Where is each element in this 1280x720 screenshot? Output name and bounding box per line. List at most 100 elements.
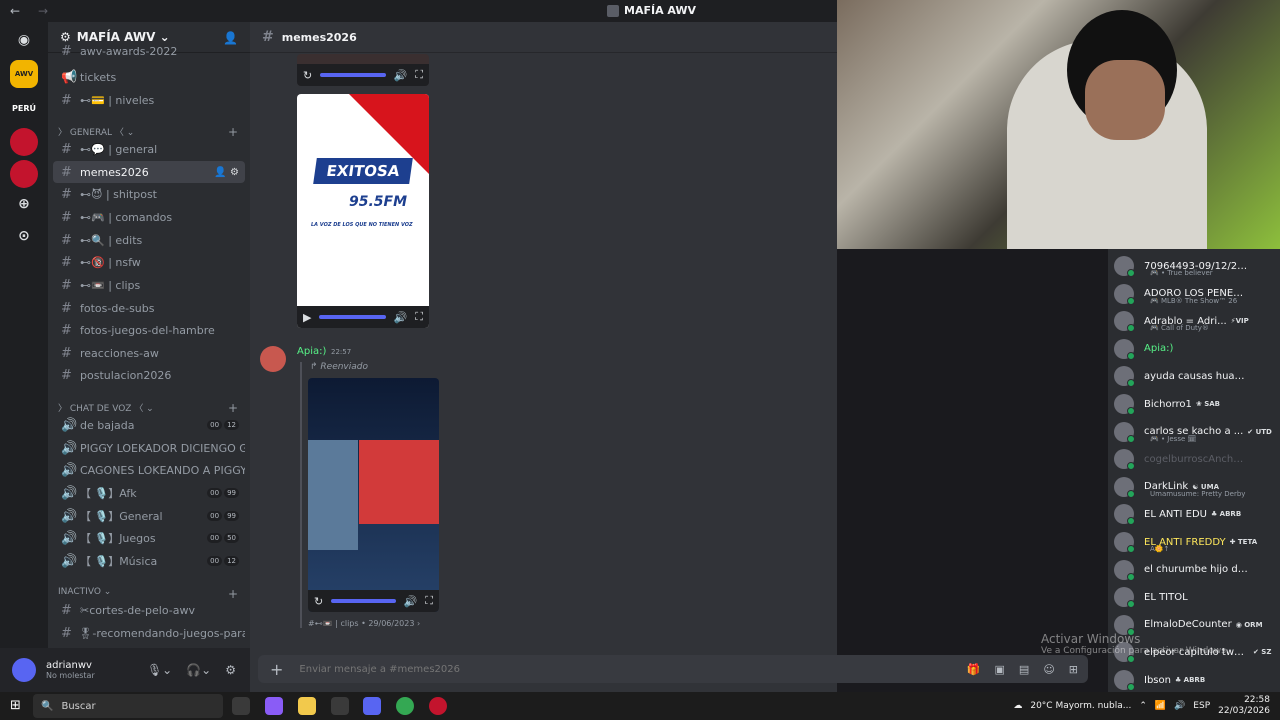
- member-avatar[interactable]: [1114, 504, 1135, 526]
- discord-home-icon[interactable]: ◉: [10, 26, 38, 54]
- avatar[interactable]: [12, 658, 36, 682]
- emoji-icon[interactable]: ☺: [1043, 663, 1054, 676]
- fullscreen-icon[interactable]: ⛶: [415, 310, 423, 324]
- server-red-icon-2[interactable]: [10, 160, 38, 188]
- progress-bar[interactable]: [319, 315, 386, 319]
- member-avatar[interactable]: [1114, 670, 1135, 691]
- member-avatar[interactable]: [1114, 421, 1135, 443]
- channel-nsfw[interactable]: # ⊷🔞 | nsfw: [53, 251, 245, 273]
- add-channel-icon[interactable]: +: [228, 401, 238, 415]
- discord-taskbar-icon[interactable]: [363, 697, 381, 715]
- voice-afk[interactable]: 🔊 【 🎙️】Afk 00 99: [53, 482, 245, 504]
- message-input[interactable]: [299, 663, 900, 675]
- clock[interactable]: 22:58 22/03/2026: [1218, 695, 1270, 717]
- gear-icon[interactable]: ⚙: [225, 663, 236, 677]
- member-row[interactable]: cogelburroscAnchend: [1114, 446, 1280, 472]
- member-row[interactable]: EL TITOL: [1114, 584, 1280, 610]
- gif-icon[interactable]: ▣: [995, 663, 1005, 676]
- category-general[interactable]: 〉 GENERAL 〈 ⌄ +: [58, 125, 238, 139]
- member-row[interactable]: ayuda causas huayco llev...: [1114, 363, 1280, 389]
- file-explorer-icon[interactable]: [298, 697, 316, 715]
- member-row[interactable]: EL ANTI EDU ♣ ABRB: [1114, 501, 1280, 527]
- channel-awv-awards[interactable]: # awv-awards-2022: [53, 44, 245, 59]
- server-red-icon[interactable]: [10, 128, 38, 156]
- voice-musica[interactable]: 🔊 【 🎙️】Música 00 12: [53, 550, 245, 572]
- member-avatar[interactable]: [1114, 338, 1135, 360]
- voice-cagones[interactable]: 🔊 CAGONES LOKEANDO A PIGGY...: [53, 459, 245, 481]
- windows-start-icon[interactable]: ⊞: [10, 698, 21, 713]
- member-row[interactable]: 70964493-09/12/2007 🎮 • True believer: [1114, 253, 1280, 279]
- store-icon[interactable]: [331, 697, 349, 715]
- user-info[interactable]: adrianwv No molestar: [40, 660, 95, 680]
- weather-text[interactable]: 20°C Mayorm. nubla...: [1030, 701, 1131, 711]
- progress-bar[interactable]: [320, 73, 386, 77]
- channel-memes2026[interactable]: # memes2026 👤 ⚙: [53, 161, 245, 183]
- member-row[interactable]: DarkLink ☯ UMA Umamusume: Pretty Derby: [1114, 474, 1280, 500]
- voice-general[interactable]: 🔊 【 🎙️】General 00 99: [53, 505, 245, 527]
- channel-tickets[interactable]: 📢 tickets: [53, 66, 245, 88]
- member-row[interactable]: Apia:): [1114, 336, 1280, 362]
- member-avatar[interactable]: [1114, 311, 1135, 333]
- category-voice[interactable]: 〉 Chat de voz 〈 ⌄ +: [58, 401, 238, 415]
- network-icon[interactable]: 📶: [1155, 701, 1166, 711]
- member-row[interactable]: EL ANTI FREDDY ✚ TETA A🌼↑: [1114, 529, 1280, 555]
- gift-icon[interactable]: 🎁: [967, 663, 981, 676]
- voice-de-bajada[interactable]: 🔊 de bajada 00 12: [53, 414, 245, 436]
- member-row[interactable]: Ibson ♣ ABRB: [1114, 667, 1280, 692]
- play-icon[interactable]: ▶: [303, 311, 311, 324]
- replay-icon[interactable]: ↻: [303, 69, 312, 82]
- apps-icon[interactable]: ⊞: [1069, 663, 1078, 676]
- server-peru-icon[interactable]: PERÚ: [10, 94, 38, 122]
- member-row[interactable]: Adrablo = Adri... ⚡VIP 🎮 Call of Duty®: [1114, 308, 1280, 334]
- member-avatar[interactable]: [1114, 283, 1135, 305]
- forward-source-link[interactable]: #⊷📼 | clips • 29/06/2023 ›: [308, 619, 420, 628]
- channel-comandos[interactable]: # ⊷🎮 | comandos: [53, 206, 245, 228]
- member-avatar[interactable]: [1114, 587, 1135, 609]
- member-avatar[interactable]: [1114, 559, 1135, 581]
- tray-chevron-icon[interactable]: ⌃: [1139, 701, 1147, 711]
- channel-postulacion[interactable]: # postulacion2026: [53, 364, 245, 386]
- fullscreen-icon[interactable]: ⛶: [415, 68, 423, 82]
- language-indicator[interactable]: ESP: [1193, 701, 1210, 711]
- volume-icon[interactable]: 🔊: [394, 311, 408, 324]
- member-avatar[interactable]: [1114, 476, 1135, 498]
- channel-edits[interactable]: # ⊷🔍 | edits: [53, 229, 245, 251]
- video-embed[interactable]: ↻ 🔊 ⛶: [297, 54, 429, 86]
- forward-button[interactable]: →: [38, 4, 56, 18]
- add-member-icon[interactable]: 👤: [223, 31, 238, 45]
- channel-fotos-de-subs[interactable]: # fotos-de-subs: [53, 297, 245, 319]
- volume-icon[interactable]: 🔊: [404, 595, 418, 608]
- channel-fotos-juegos[interactable]: # fotos-juegos-del-hambre: [53, 319, 245, 341]
- server-team-awv-icon[interactable]: AWV: [10, 60, 38, 88]
- discover-icon[interactable]: ⊙: [10, 222, 38, 250]
- channel-shitpost[interactable]: # ⊷😈 | shitpost: [53, 183, 245, 205]
- video-embed[interactable]: EXITOSA 95.5FM LA VOZ DE LOS QUE NO TIEN…: [297, 94, 429, 328]
- volume-icon[interactable]: 🔊: [1174, 701, 1185, 711]
- chrome-icon[interactable]: [396, 697, 414, 715]
- member-row[interactable]: ADORO LOS PENES NEG...🎮 MLB® The Show™ 2…: [1114, 281, 1280, 307]
- progress-bar[interactable]: [331, 599, 396, 603]
- voice-juegos[interactable]: 🔊 【 🎙️】Juegos 00 50: [53, 527, 245, 549]
- channel-recomendando[interactable]: # 🎖-recomendando-juegos-para-...: [53, 622, 245, 644]
- weather-icon[interactable]: ☁: [1013, 701, 1022, 711]
- member-avatar[interactable]: [1114, 449, 1135, 471]
- taskbar-search[interactable]: 🔍 Buscar: [33, 694, 223, 718]
- member-avatar[interactable]: [1114, 532, 1135, 553]
- video-embed[interactable]: ↻ 🔊 ⛶: [308, 378, 439, 612]
- back-button[interactable]: ←: [10, 4, 28, 18]
- add-server-icon[interactable]: ⊕: [10, 190, 38, 218]
- headphones-icon[interactable]: 🎧⌄: [186, 663, 211, 677]
- channel-reacciones[interactable]: # reacciones-aw: [53, 342, 245, 364]
- member-avatar[interactable]: [1114, 366, 1135, 388]
- channel-general[interactable]: # ⊷💬 | general: [53, 138, 245, 160]
- member-row[interactable]: Bichorro1 ❀ SAB: [1114, 391, 1280, 417]
- sticker-icon[interactable]: ▤: [1019, 663, 1029, 676]
- member-avatar[interactable]: [1114, 394, 1135, 415]
- member-avatar[interactable]: [1114, 256, 1135, 277]
- channel-cortes[interactable]: # ✂cortes-de-pelo-awv: [53, 599, 245, 621]
- microphone-icon[interactable]: 🎙⌄: [147, 663, 172, 677]
- message-author[interactable]: Apia:): [297, 346, 326, 357]
- channel-clips[interactable]: # ⊷📼 | clips: [53, 274, 245, 296]
- add-channel-icon[interactable]: +: [228, 125, 238, 139]
- volume-icon[interactable]: 🔊: [394, 69, 408, 82]
